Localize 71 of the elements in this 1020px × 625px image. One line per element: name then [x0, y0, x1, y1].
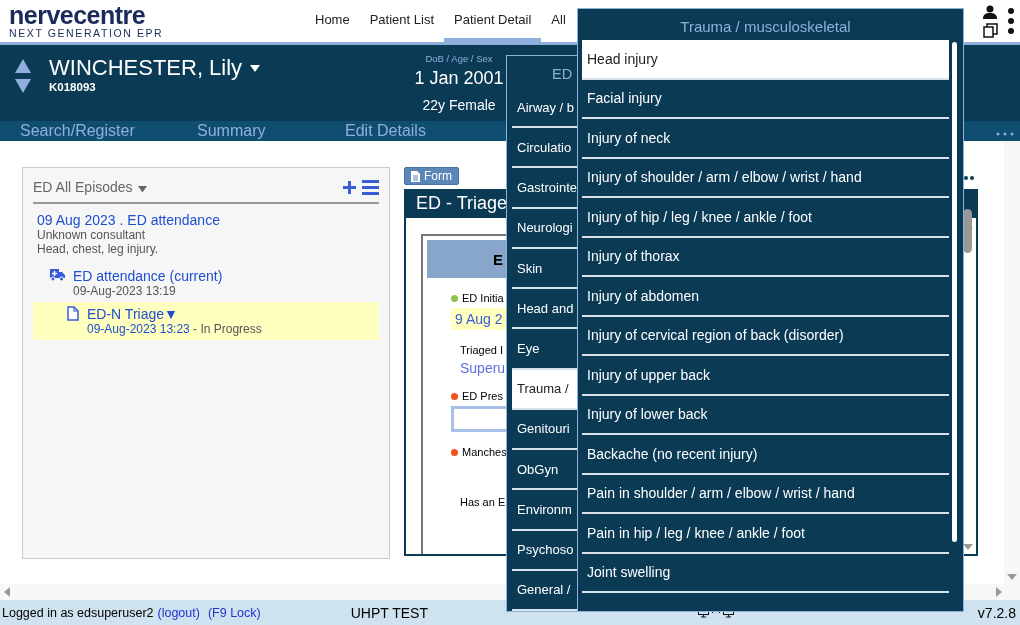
menu-icon[interactable] — [362, 179, 379, 195]
menu-item[interactable]: Injury of abdomen — [582, 277, 949, 317]
field-label: Manches — [462, 446, 507, 458]
up-arrow-icon[interactable] — [15, 59, 31, 73]
patient-nav-link[interactable]: Edit Details — [345, 122, 465, 140]
down-arrow-icon[interactable] — [15, 79, 31, 93]
form-button[interactable]: Form — [404, 167, 459, 185]
nav-tab[interactable]: Home — [305, 0, 360, 42]
episode-item-title[interactable]: ED-N Triage▼ — [87, 306, 262, 322]
caret-down-icon — [250, 64, 261, 72]
menu-item[interactable]: Joint swelling — [582, 553, 949, 593]
episode-item[interactable]: ED attendance (current) 09-Aug-2023 13:19 — [33, 264, 379, 302]
logo-tagline: NEXT GENERATION EPR — [9, 27, 165, 39]
menu-item[interactable]: Injury of upper back — [582, 356, 949, 396]
menu-item[interactable]: Injury of thorax — [582, 237, 949, 277]
episodes-title[interactable]: ED All Episodes — [33, 179, 133, 195]
menu-item[interactable]: Injury of lower back — [582, 395, 949, 435]
episode-item[interactable]: ED-N Triage▼ 09-Aug-2023 13:23 - In Progress — [33, 302, 379, 340]
menu-item[interactable]: Injury of cervical region of back (disorder) — [582, 316, 949, 356]
patient-nav-link[interactable]: Search/Register — [20, 122, 197, 140]
date-of-birth: 1 Jan 2001 — [414, 68, 504, 89]
site-name: UHPT TEST — [350, 604, 428, 621]
episode-consultant: Unknown consultant — [37, 228, 147, 242]
logo-wordmark: nervecentre — [9, 3, 147, 27]
field-label: Triaged I — [460, 344, 503, 356]
lock-link[interactable]: (F9 Lock) — [207, 605, 261, 620]
document-icon — [67, 306, 79, 321]
add-icon[interactable] — [343, 180, 356, 194]
menu-item[interactable]: Head injury — [582, 40, 949, 80]
field-label: Has an E — [460, 496, 506, 508]
field-label: ED Pres — [462, 390, 503, 402]
more-icon[interactable] — [1008, 8, 1014, 34]
submenu-title: Trauma / musculoskeletal — [679, 17, 852, 37]
menu-item[interactable]: Pain in hip / leg / knee / ankle / foot — [582, 514, 949, 554]
menu-item[interactable]: Injury of neck — [582, 119, 949, 159]
episode-item-date: 09-Aug-2023 13:19 — [73, 284, 177, 298]
menu-item[interactable]: Backache (no recent injury) — [582, 435, 949, 475]
nav-tab[interactable]: Patient List — [359, 0, 444, 42]
page-scrollbar[interactable] — [1004, 141, 1020, 584]
episode-complaint: Head, chest, leg injury. — [37, 242, 160, 256]
scroll-down-icon[interactable] — [962, 544, 973, 550]
episode-title[interactable]: 09 Aug 2023 . ED attendance — [37, 212, 375, 228]
episode-item-title[interactable]: ED attendance (current) — [73, 268, 223, 284]
user-icon[interactable] — [983, 4, 997, 19]
menu-item[interactable]: Trauma / — [512, 369, 577, 410]
menu-item[interactable]: Injury of shoulder / arm / elbow / wrist / hand — [582, 158, 949, 198]
ambulance-icon — [50, 268, 65, 281]
scrollbar-thumb[interactable] — [952, 42, 957, 542]
menu-title: ED — [551, 65, 574, 84]
scroll-right-icon[interactable] — [996, 587, 1002, 597]
nav-tab[interactable]: All — [541, 0, 576, 42]
menu-item[interactable]: Injury of hip / leg / knee / ankle / foot — [582, 198, 949, 238]
copy-icon[interactable] — [983, 22, 998, 38]
dob-label: DoB / Age / Sex — [425, 53, 493, 64]
scroll-left-icon[interactable] — [4, 587, 10, 597]
patient-nav-link[interactable]: Summary — [197, 122, 345, 140]
field-label: ED Initia — [462, 292, 504, 304]
document-icon — [411, 170, 420, 182]
more-icon[interactable] — [964, 176, 974, 180]
logout-link[interactable]: (logout) — [157, 605, 200, 620]
field-value[interactable]: 9 Aug 2 — [451, 308, 507, 330]
caret-down-icon — [137, 185, 147, 192]
menu-item[interactable]: Facial injury — [582, 79, 949, 119]
patient-id: K018093 — [49, 81, 97, 93]
age-sex: 22y Female — [422, 97, 496, 113]
form-title: ED - Triage — [415, 192, 509, 215]
patient-name: WINCHESTER, Lily — [49, 55, 243, 81]
logged-in-text: Logged in as edsuperuser2 — [2, 605, 154, 620]
menu-item[interactable]: Pain in shoulder / arm / elbow / wrist / hand — [582, 474, 949, 514]
episode-item-date: 09-Aug-2023 13:23 - In Progress — [87, 322, 262, 336]
version-text: v7.2.8 — [977, 604, 1016, 621]
